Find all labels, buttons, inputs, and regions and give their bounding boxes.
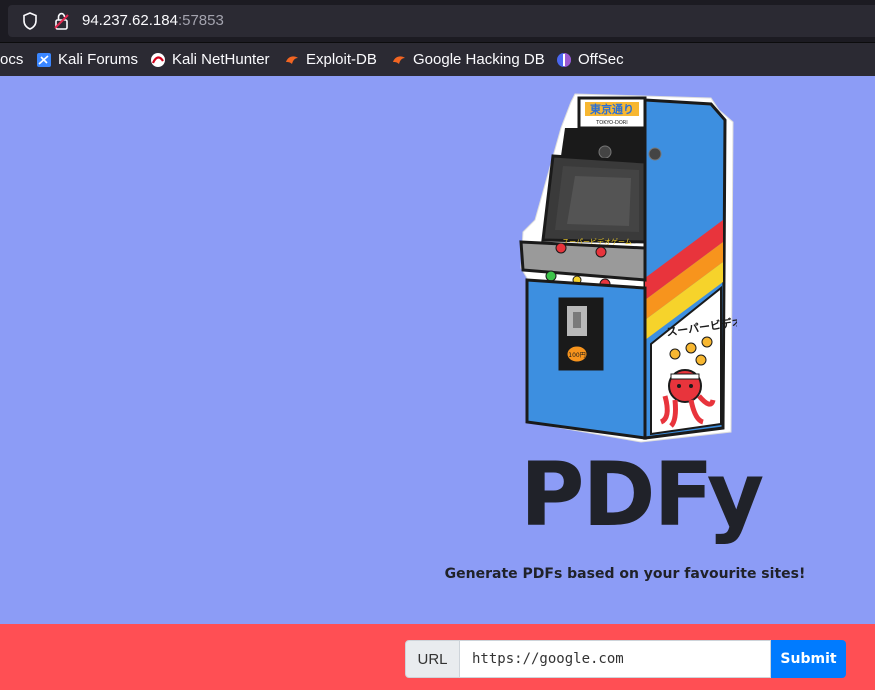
bookmark-label: Exploit-DB [306,51,377,68]
kali-forums-icon [37,52,51,67]
bookmark-label: Kali NetHunter [172,51,270,68]
exploit-db-icon [393,55,405,64]
bookmarks-toolbar: ocs Kali Forums Kali NetHunter Exploit-D… [0,42,875,76]
bookmark-label: Google Hacking DB [413,51,545,68]
coin-label: 100円 [568,352,585,359]
pdf-url-form: URL Submit [405,640,846,678]
bookmark-google-hacking-db[interactable]: Google Hacking DB [391,51,545,68]
bookmark-kali-nethunter[interactable]: Kali NetHunter [150,51,270,68]
kali-nethunter-icon [151,52,165,67]
url-input[interactable] [460,640,771,678]
page-title: PDFy [520,443,764,546]
address-field[interactable]: 94.237.62.184:57853 [8,5,875,37]
url-port: :57853 [177,12,224,29]
bookmark-label: OffSec [578,51,624,68]
arcade-marquee-text: 東京通り [590,102,634,116]
bookmark-docs[interactable]: ocs [0,51,23,68]
exploit-db-icon [286,55,298,64]
bookmark-offsec[interactable]: OffSec [556,51,624,68]
arcade-cabinet-illustration: 東京通り TOKYO-DORI スーパービデオゲーム 100円 スーパービデオゲ… [519,93,737,443]
arcade-sub-text: TOKYO-DORI [595,120,627,126]
bookmark-label: Kali Forums [58,51,139,68]
bookmark-label: ocs [0,51,24,68]
submit-button[interactable]: Submit [771,640,846,678]
url-input-label: URL [405,640,460,678]
url-host: 94.237.62.184 [82,12,178,29]
bookmark-exploit-db[interactable]: Exploit-DB [284,51,377,68]
shield-icon[interactable] [22,12,38,30]
offsec-icon [557,52,571,67]
browser-url-bar: 94.237.62.184:57853 [0,0,875,42]
bookmark-kali-forums[interactable]: Kali Forums [36,51,138,68]
url-text[interactable]: 94.237.62.184:57853 [82,12,224,29]
page-tagline: Generate PDFs based on your favourite si… [444,566,806,582]
insecure-lock-icon[interactable] [54,12,70,30]
